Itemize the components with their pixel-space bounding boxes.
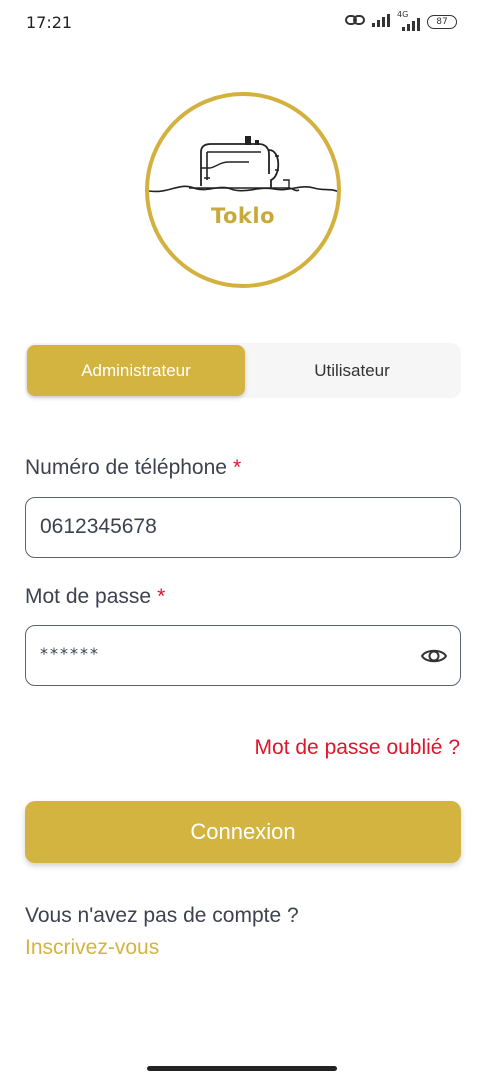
toklo-logo: Toklo [145,92,341,288]
home-indicator[interactable] [147,1066,337,1071]
password-field[interactable]: ****** [25,625,461,686]
logo-text: Toklo [210,204,276,228]
tab-utilisateur[interactable]: Utilisateur [243,345,461,396]
status-bar: 17:21 4G 87 [0,0,485,46]
signal-4g-icon: 4G [397,10,421,31]
forgot-password-link[interactable]: Mot de passe oublié ? [255,736,460,760]
signal-icon [371,13,391,32]
password-label-text: Mot de passe [25,585,152,608]
role-tabs: Administrateur Utilisateur [25,343,461,398]
phone-label-text: Numéro de téléphone [25,456,227,479]
tab-administrateur[interactable]: Administrateur [27,345,245,396]
battery-icon: 87 [427,15,457,29]
link-icon [345,13,365,32]
eye-icon[interactable] [420,642,448,670]
phone-field[interactable] [25,497,461,558]
password-value[interactable]: ****** [40,644,100,663]
battery-level: 87 [436,17,448,27]
password-label: Mot de passe * [25,585,165,609]
signup-link[interactable]: Inscrivez-vous [25,936,159,960]
required-star: * [232,456,242,479]
no-account-text: Vous n'avez pas de compte ? [25,904,299,927]
phone-input[interactable] [40,498,410,556]
status-icons: 4G 87 [345,10,457,32]
login-button[interactable]: Connexion [25,801,461,863]
sewing-machine-icon [149,136,337,193]
phone-label: Numéro de téléphone * [25,456,241,480]
required-star: * [157,585,166,608]
status-time: 17:21 [26,13,73,32]
login-screen: 17:21 4G 87 Toklo Administrateur Utilisa… [0,0,485,1080]
